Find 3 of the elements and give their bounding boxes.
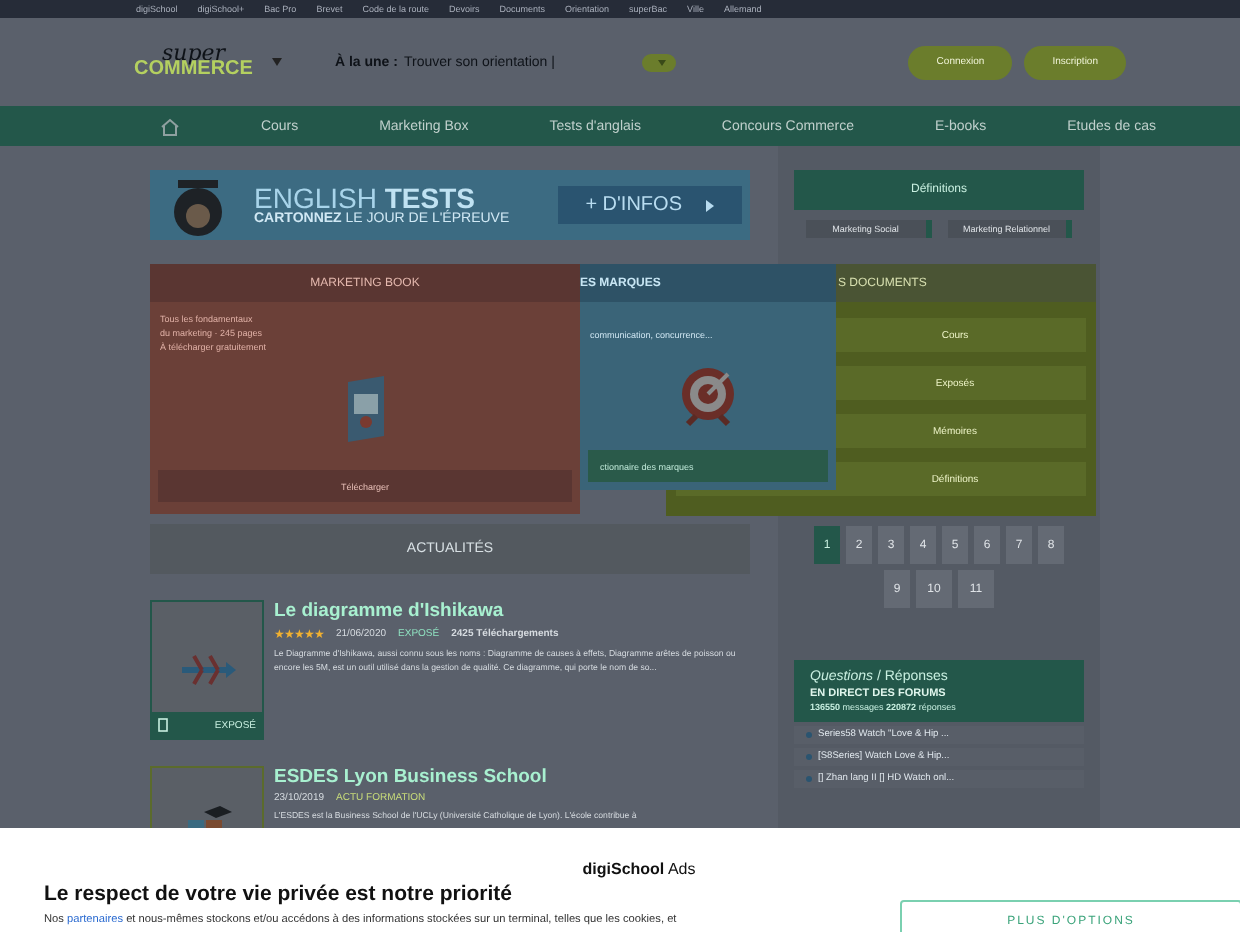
consent-title: Le respect de votre vie privée est notre priorité (44, 882, 515, 906)
brand-logo: digiSchool Ads (582, 860, 696, 878)
banner-title: ENGLISH TESTS (254, 184, 475, 212)
